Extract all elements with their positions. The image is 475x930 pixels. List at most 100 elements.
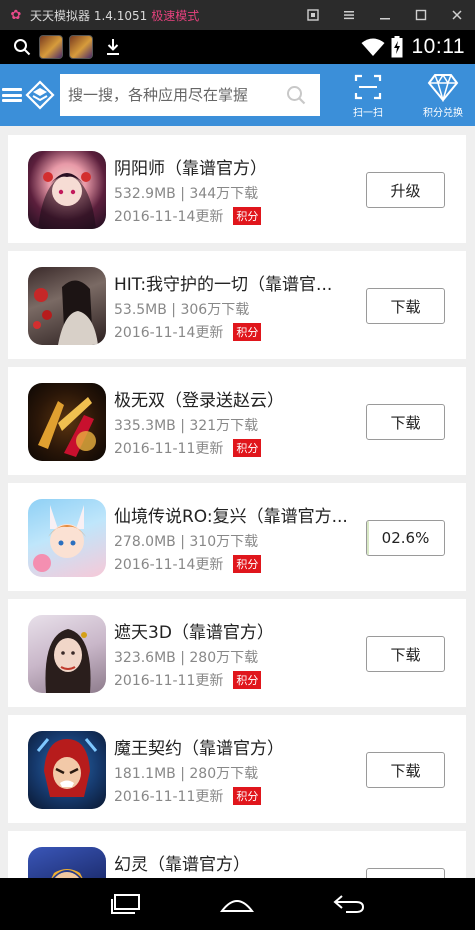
list-item[interactable]: 阴阳师（靠谱官方） 532.9MB | 344万下载 2016-11-14更新积… — [8, 135, 466, 243]
back-icon[interactable] — [329, 890, 369, 918]
app-name: 极无双（登录送赵云） — [114, 391, 284, 411]
points-badge: 积分 — [233, 787, 262, 805]
list-item[interactable]: 仙境传说RO:复兴（靠谱官方... 278.0MB | 310万下载 2016-… — [8, 483, 466, 591]
app-name: 遮天3D（靠谱官方） — [114, 623, 274, 643]
scan-icon — [354, 74, 382, 99]
app-icon[interactable] — [28, 847, 106, 878]
list-item[interactable]: HIT:我守护的一切（靠谱官... 53.5MB | 306万下载 2016-1… — [8, 251, 466, 359]
app-update-date: 2016-11-14更新 — [114, 209, 224, 225]
app-date: 2016-11-14更新 积分 — [114, 206, 262, 226]
navigation-bar — [0, 878, 475, 930]
search-icon[interactable] — [286, 85, 306, 105]
app-meta: 323.6MB | 280万下载 — [114, 650, 259, 666]
app-store-logo-icon[interactable] — [24, 79, 56, 111]
search-box[interactable] — [60, 74, 320, 116]
window-controls — [295, 0, 475, 30]
battery-icon — [391, 36, 402, 58]
notification-app-icon — [39, 35, 63, 59]
points-badge: 积分 — [233, 671, 262, 689]
app-icon[interactable] — [28, 151, 106, 229]
app-downloads: 310万下载 — [189, 534, 259, 550]
points-badge: 积分 — [233, 207, 262, 225]
app-name: 魔王契约（靠谱官方） — [114, 739, 284, 759]
diamond-icon — [427, 73, 459, 102]
hamburger-menu-icon[interactable] — [2, 84, 22, 106]
emulator-title-bar: ✿ 天天模拟器 1.4.1051 极速模式 — [0, 0, 475, 30]
app-update-date: 2016-11-14更新 — [114, 557, 224, 573]
emulator-mode-label: 极速模式 — [151, 8, 200, 23]
app-size: 181.1MB — [114, 766, 176, 782]
clock: 10:11 — [411, 35, 465, 58]
app-meta: 335.3MB | 321万下载 — [114, 418, 259, 434]
scan-label: 扫一扫 — [353, 107, 383, 119]
download-progress-fill — [367, 521, 370, 555]
app-update-date: 2016-11-11更新 — [114, 441, 224, 457]
download-button[interactable] — [366, 868, 445, 878]
search-input[interactable] — [68, 86, 278, 104]
points-exchange-button[interactable]: 积分兑换 — [418, 72, 468, 119]
app-date: 2016-11-11更新 积分 — [114, 670, 262, 690]
app-list[interactable]: 阴阳师（靠谱官方） 532.9MB | 344万下载 2016-11-14更新积… — [0, 126, 475, 878]
points-badge: 积分 — [233, 439, 262, 457]
app-downloads: 280万下载 — [189, 766, 259, 782]
pin-icon[interactable] — [295, 0, 331, 30]
app-meta: 278.0MB | 310万下载 — [114, 534, 259, 550]
search-icon — [14, 39, 31, 56]
download-button[interactable]: 下载 — [366, 404, 445, 440]
app-update-date: 2016-11-11更新 — [114, 673, 224, 689]
close-icon[interactable] — [439, 0, 475, 30]
wifi-icon — [361, 38, 384, 56]
recent-apps-icon[interactable] — [106, 890, 146, 918]
app-size: 53.5MB — [114, 302, 167, 318]
download-button[interactable]: 下载 — [366, 636, 445, 672]
download-icon — [107, 39, 119, 55]
notification-app-icon — [69, 35, 93, 59]
app-meta: 181.1MB | 280万下载 — [114, 766, 259, 782]
app-name: 幻灵（靠谱官方） — [114, 855, 250, 875]
list-item[interactable]: 极无双（登录送赵云） 335.3MB | 321万下载 2016-11-11更新… — [8, 367, 466, 475]
app-size: 532.9MB — [114, 186, 176, 202]
app-icon[interactable] — [28, 615, 106, 693]
app-size: 335.3MB — [114, 418, 176, 434]
download-button[interactable]: 下载 — [366, 752, 445, 788]
app-name: 仙境传说RO:复兴（靠谱官方... — [114, 507, 348, 527]
app-date: 2016-11-14更新 积分 — [114, 554, 262, 574]
app-size: 323.6MB — [114, 650, 176, 666]
points-badge: 积分 — [233, 323, 262, 341]
upgrade-button[interactable]: 升级 — [366, 172, 445, 208]
emulator-title: 天天模拟器 1.4.1051 — [30, 8, 148, 23]
download-progress-button[interactable]: 02.6% — [366, 520, 445, 556]
app-header: 扫一扫 积分兑换 — [0, 64, 475, 126]
app-icon[interactable] — [28, 383, 106, 461]
emulator-logo-icon: ✿ — [10, 7, 22, 23]
app-update-date: 2016-11-11更新 — [114, 789, 224, 805]
list-item[interactable]: 魔王契约（靠谱官方） 181.1MB | 280万下载 2016-11-11更新… — [8, 715, 466, 823]
app-downloads: 321万下载 — [189, 418, 259, 434]
home-icon[interactable] — [217, 890, 257, 918]
list-item[interactable]: 幻灵（靠谱官方） — [8, 831, 466, 878]
app-icon[interactable] — [28, 267, 106, 345]
app-icon[interactable] — [28, 499, 106, 577]
app-date: 2016-11-11更新 积分 — [114, 786, 262, 806]
maximize-icon[interactable] — [403, 0, 439, 30]
settings-icon[interactable] — [331, 0, 367, 30]
app-downloads: 280万下载 — [189, 650, 259, 666]
scan-button[interactable]: 扫一扫 — [348, 72, 388, 119]
app-downloads: 306万下载 — [180, 302, 250, 318]
app-size: 278.0MB — [114, 534, 176, 550]
app-name: 阴阳师（靠谱官方） — [114, 159, 267, 179]
download-button[interactable]: 下载 — [366, 288, 445, 324]
app-date: 2016-11-11更新 积分 — [114, 438, 262, 458]
points-badge: 积分 — [233, 555, 262, 573]
app-meta: 532.9MB | 344万下载 — [114, 186, 259, 202]
app-downloads: 344万下载 — [189, 186, 259, 202]
status-bar: 10:11 — [0, 30, 475, 64]
minimize-icon[interactable] — [367, 0, 403, 30]
status-icons: 10:11 — [361, 35, 475, 59]
list-item[interactable]: 遮天3D（靠谱官方） 323.6MB | 280万下载 2016-11-11更新… — [8, 599, 466, 707]
app-update-date: 2016-11-14更新 — [114, 325, 224, 341]
app-meta: 53.5MB | 306万下载 — [114, 302, 250, 318]
app-icon[interactable] — [28, 731, 106, 809]
app-name: HIT:我守护的一切（靠谱官... — [114, 275, 333, 295]
app-date: 2016-11-14更新 积分 — [114, 322, 262, 342]
